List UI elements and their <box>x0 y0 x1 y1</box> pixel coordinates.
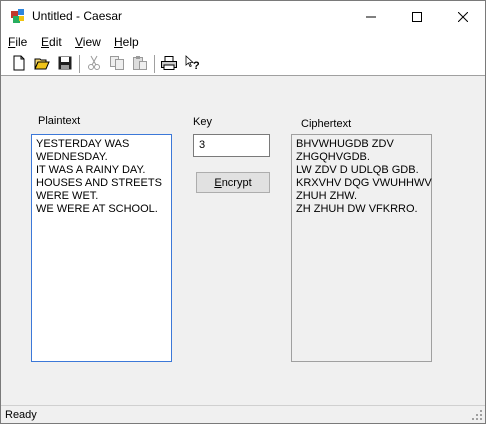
save-button[interactable] <box>56 55 74 73</box>
key-label: Key <box>193 116 212 128</box>
copy-button[interactable] <box>108 55 126 73</box>
cut-icon <box>87 55 101 74</box>
maximize-button[interactable] <box>394 1 440 32</box>
key-input[interactable]: 3 <box>193 134 270 157</box>
context-help-button[interactable]: ? <box>183 54 201 74</box>
resize-grip-icon[interactable] <box>471 409 483 421</box>
toolbar-separator <box>79 55 81 73</box>
plaintext-textarea[interactable]: YESTERDAY WAS WEDNESDAY. IT WAS A RAINY … <box>31 134 172 362</box>
minimize-icon <box>366 12 376 22</box>
save-icon <box>58 56 72 73</box>
main-panel: Plaintext YESTERDAY WAS WEDNESDAY. IT WA… <box>2 77 484 405</box>
close-button[interactable] <box>440 1 485 32</box>
menu-bar: File Edit View Help <box>1 32 485 52</box>
title-bar[interactable]: Untitled - Caesar <box>1 1 485 32</box>
new-document-icon <box>12 55 26 74</box>
new-button[interactable] <box>10 55 28 73</box>
cut-button[interactable] <box>85 55 103 73</box>
toolbar: ? <box>1 52 485 76</box>
window-title: Untitled - Caesar <box>32 9 123 23</box>
ciphertext-textarea[interactable]: BHVWHUGDB ZDV ZHGQHVGDB. LW ZDV D UDLQB … <box>291 134 432 362</box>
menu-edit[interactable]: Edit <box>41 35 62 49</box>
toolbar-separator <box>154 55 156 73</box>
svg-text:?: ? <box>193 60 199 71</box>
paste-icon <box>132 55 148 74</box>
status-bar: Ready <box>1 405 485 423</box>
encrypt-button[interactable]: Encrypt <box>196 172 270 193</box>
close-icon <box>458 11 468 22</box>
paste-button[interactable] <box>131 55 149 73</box>
maximize-icon <box>412 11 422 22</box>
minimize-button[interactable] <box>348 1 394 32</box>
open-folder-icon <box>34 56 50 73</box>
app-window: Untitled - Caesar File Edit View Help Pl… <box>0 0 486 424</box>
open-button[interactable] <box>33 55 51 73</box>
copy-icon <box>109 55 125 74</box>
menu-help[interactable]: Help <box>114 35 139 49</box>
plaintext-label: Plaintext <box>38 115 81 127</box>
ciphertext-label: Ciphertext <box>301 118 352 130</box>
print-button[interactable] <box>160 55 178 73</box>
status-text: Ready <box>5 409 37 421</box>
caesar-app-icon[interactable] <box>10 8 26 24</box>
menu-file[interactable]: File <box>8 35 27 49</box>
help-icon: ? <box>185 54 200 74</box>
print-icon <box>161 55 177 73</box>
menu-view[interactable]: View <box>75 35 101 49</box>
